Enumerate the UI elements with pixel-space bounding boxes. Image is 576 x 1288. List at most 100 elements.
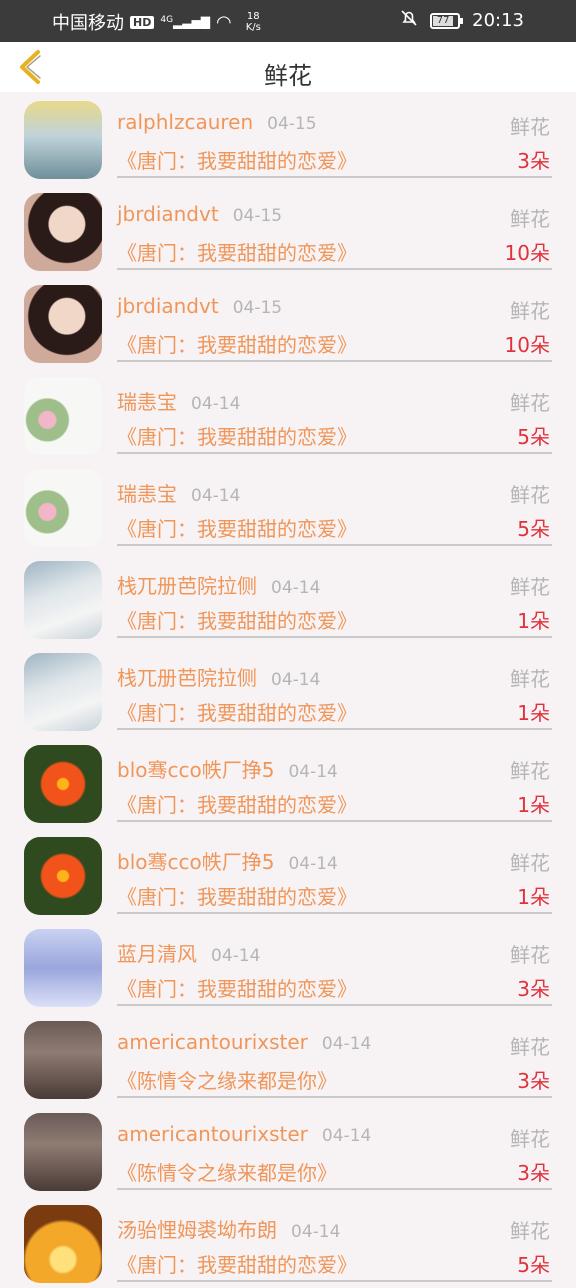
user-name-text: 瑞恚宝 <box>117 482 177 506</box>
book-title[interactable]: 《唐门：我要甜甜的恋爱》 <box>117 605 357 634</box>
flower-count: 3朵 <box>517 1161 550 1185</box>
divider <box>117 1004 552 1006</box>
gift-type: 鲜花 <box>510 115 550 139</box>
gift-type: 鲜花 <box>510 1219 550 1243</box>
flower-count: 3朵 <box>517 1069 550 1093</box>
flower-count: 10朵 <box>504 241 550 265</box>
gift-type: 鲜花 <box>510 667 550 691</box>
user-name: 栈兀册芭院拉侧 04-14 <box>117 662 320 691</box>
book-title[interactable]: 《唐门：我要甜甜的恋爱》 <box>117 1249 357 1278</box>
list-item[interactable]: 栈兀册芭院拉侧 04-14 鲜花 《唐门：我要甜甜的恋爱》 1朵 <box>0 644 576 736</box>
flower-count: 5朵 <box>517 425 550 449</box>
book-title[interactable]: 《唐门：我要甜甜的恋爱》 <box>117 421 357 450</box>
battery-icon: 77 <box>430 12 464 29</box>
page-title: 鲜花 <box>264 62 312 90</box>
carrier-label: 中国移动 <box>52 13 124 34</box>
book-title[interactable]: 《唐门：我要甜甜的恋爱》 <box>117 697 357 726</box>
list-item[interactable]: americantourixster 04-14 鲜花 《陈情令之缘来都是你》 3… <box>0 1104 576 1196</box>
user-name: blo骞cco帙厂挣5 04-14 <box>117 846 338 875</box>
user-name-text: blo骞cco帙厂挣5 <box>117 758 275 782</box>
record-date: 04-14 <box>288 854 338 874</box>
list-item[interactable]: blo骞cco帙厂挣5 04-14 鲜花 《唐门：我要甜甜的恋爱》 1朵 <box>0 736 576 828</box>
book-title[interactable]: 《唐门：我要甜甜的恋爱》 <box>117 789 357 818</box>
network-speed: 18 K/s <box>246 11 261 33</box>
gift-type: 鲜花 <box>510 207 550 231</box>
divider <box>117 1280 552 1282</box>
list-item[interactable]: jbrdiandvt 04-15 鲜花 《唐门：我要甜甜的恋爱》 10朵 <box>0 184 576 276</box>
list-item[interactable]: 瑞恚宝 04-14 鲜花 《唐门：我要甜甜的恋爱》 5朵 <box>0 368 576 460</box>
book-title[interactable]: 《陈情令之缘来都是你》 <box>117 1065 337 1094</box>
gift-type: 鲜花 <box>510 1035 550 1059</box>
book-title[interactable]: 《唐门：我要甜甜的恋爱》 <box>117 881 357 910</box>
avatar[interactable] <box>24 469 102 547</box>
book-title[interactable]: 《唐门：我要甜甜的恋爱》 <box>117 145 357 174</box>
book-title[interactable]: 《唐门：我要甜甜的恋爱》 <box>117 513 357 542</box>
book-title[interactable]: 《陈情令之缘来都是你》 <box>117 1157 337 1186</box>
user-name-text: americantourixster <box>117 1030 308 1054</box>
record-date: 04-14 <box>291 1222 341 1242</box>
gift-record-list: ralphlzcauren 04-15 鲜花 《唐门：我要甜甜的恋爱》 3朵 jb… <box>0 92 576 1288</box>
status-right: 77 20:13 <box>400 9 524 32</box>
flower-count: 10朵 <box>504 333 550 357</box>
list-item[interactable]: 栈兀册芭院拉侧 04-14 鲜花 《唐门：我要甜甜的恋爱》 1朵 <box>0 552 576 644</box>
list-item[interactable]: jbrdiandvt 04-15 鲜花 《唐门：我要甜甜的恋爱》 10朵 <box>0 276 576 368</box>
user-name-text: 蓝月清风 <box>117 942 197 966</box>
record-date: 04-14 <box>191 486 241 506</box>
flower-count: 3朵 <box>517 149 550 173</box>
book-title[interactable]: 《唐门：我要甜甜的恋爱》 <box>117 329 357 358</box>
avatar[interactable] <box>24 377 102 455</box>
signal-icon: 4G▂▃▅▇ <box>160 15 210 29</box>
record-date: 04-14 <box>271 578 321 598</box>
user-name: americantourixster 04-14 <box>117 1030 371 1054</box>
avatar[interactable] <box>24 1113 102 1191</box>
list-item[interactable]: ralphlzcauren 04-15 鲜花 《唐门：我要甜甜的恋爱》 3朵 <box>0 92 576 184</box>
avatar[interactable] <box>24 929 102 1007</box>
avatar[interactable] <box>24 285 102 363</box>
user-name-text: ralphlzcauren <box>117 110 254 134</box>
gift-type: 鲜花 <box>510 391 550 415</box>
avatar[interactable] <box>24 1021 102 1099</box>
list-item[interactable]: 蓝月清风 04-14 鲜花 《唐门：我要甜甜的恋爱》 3朵 <box>0 920 576 1012</box>
gift-type: 鲜花 <box>510 483 550 507</box>
flower-count: 1朵 <box>517 885 550 909</box>
avatar[interactable] <box>24 745 102 823</box>
list-item[interactable]: blo骞cco帙厂挣5 04-14 鲜花 《唐门：我要甜甜的恋爱》 1朵 <box>0 828 576 920</box>
gift-type: 鲜花 <box>510 759 550 783</box>
record-date: 04-15 <box>232 298 283 318</box>
divider <box>117 728 552 730</box>
network-speed-value: 18 <box>246 11 260 22</box>
user-name: americantourixster 04-14 <box>117 1122 371 1146</box>
user-name: ralphlzcauren 04-15 <box>117 110 317 134</box>
user-name-text: americantourixster <box>117 1122 308 1146</box>
avatar[interactable] <box>24 101 102 179</box>
list-item[interactable]: americantourixster 04-14 鲜花 《陈情令之缘来都是你》 3… <box>0 1012 576 1104</box>
hd-badge: HD <box>130 15 155 29</box>
user-name: blo骞cco帙厂挣5 04-14 <box>117 754 338 783</box>
record-date: 04-15 <box>267 114 317 134</box>
flower-count: 1朵 <box>517 701 550 725</box>
wifi-icon: ◠ <box>215 11 232 33</box>
record-date: 04-14 <box>191 394 241 414</box>
gift-type: 鲜花 <box>510 1127 550 1151</box>
avatar[interactable] <box>24 193 102 271</box>
book-title[interactable]: 《唐门：我要甜甜的恋爱》 <box>117 973 357 1002</box>
user-name: jbrdiandvt 04-15 <box>117 294 282 318</box>
divider <box>117 268 552 270</box>
avatar[interactable] <box>24 561 102 639</box>
divider <box>117 636 552 638</box>
divider <box>117 176 552 178</box>
avatar[interactable] <box>24 837 102 915</box>
gift-type: 鲜花 <box>510 851 550 875</box>
flower-count: 1朵 <box>517 793 550 817</box>
signal-type-label: 4G <box>160 15 174 25</box>
book-title[interactable]: 《唐门：我要甜甜的恋爱》 <box>117 237 357 266</box>
user-name-text: blo骞cco帙厂挣5 <box>117 850 275 874</box>
list-item[interactable]: 汤骀悝姆裘坳布朗 04-14 鲜花 《唐门：我要甜甜的恋爱》 5朵 <box>0 1196 576 1288</box>
list-item[interactable]: 瑞恚宝 04-14 鲜花 《唐门：我要甜甜的恋爱》 5朵 <box>0 460 576 552</box>
mute-bell-icon <box>400 9 418 32</box>
avatar[interactable] <box>24 1205 102 1283</box>
divider <box>117 1188 552 1190</box>
record-date: 04-14 <box>288 762 338 782</box>
avatar[interactable] <box>24 653 102 731</box>
user-name: 瑞恚宝 04-14 <box>117 386 240 415</box>
